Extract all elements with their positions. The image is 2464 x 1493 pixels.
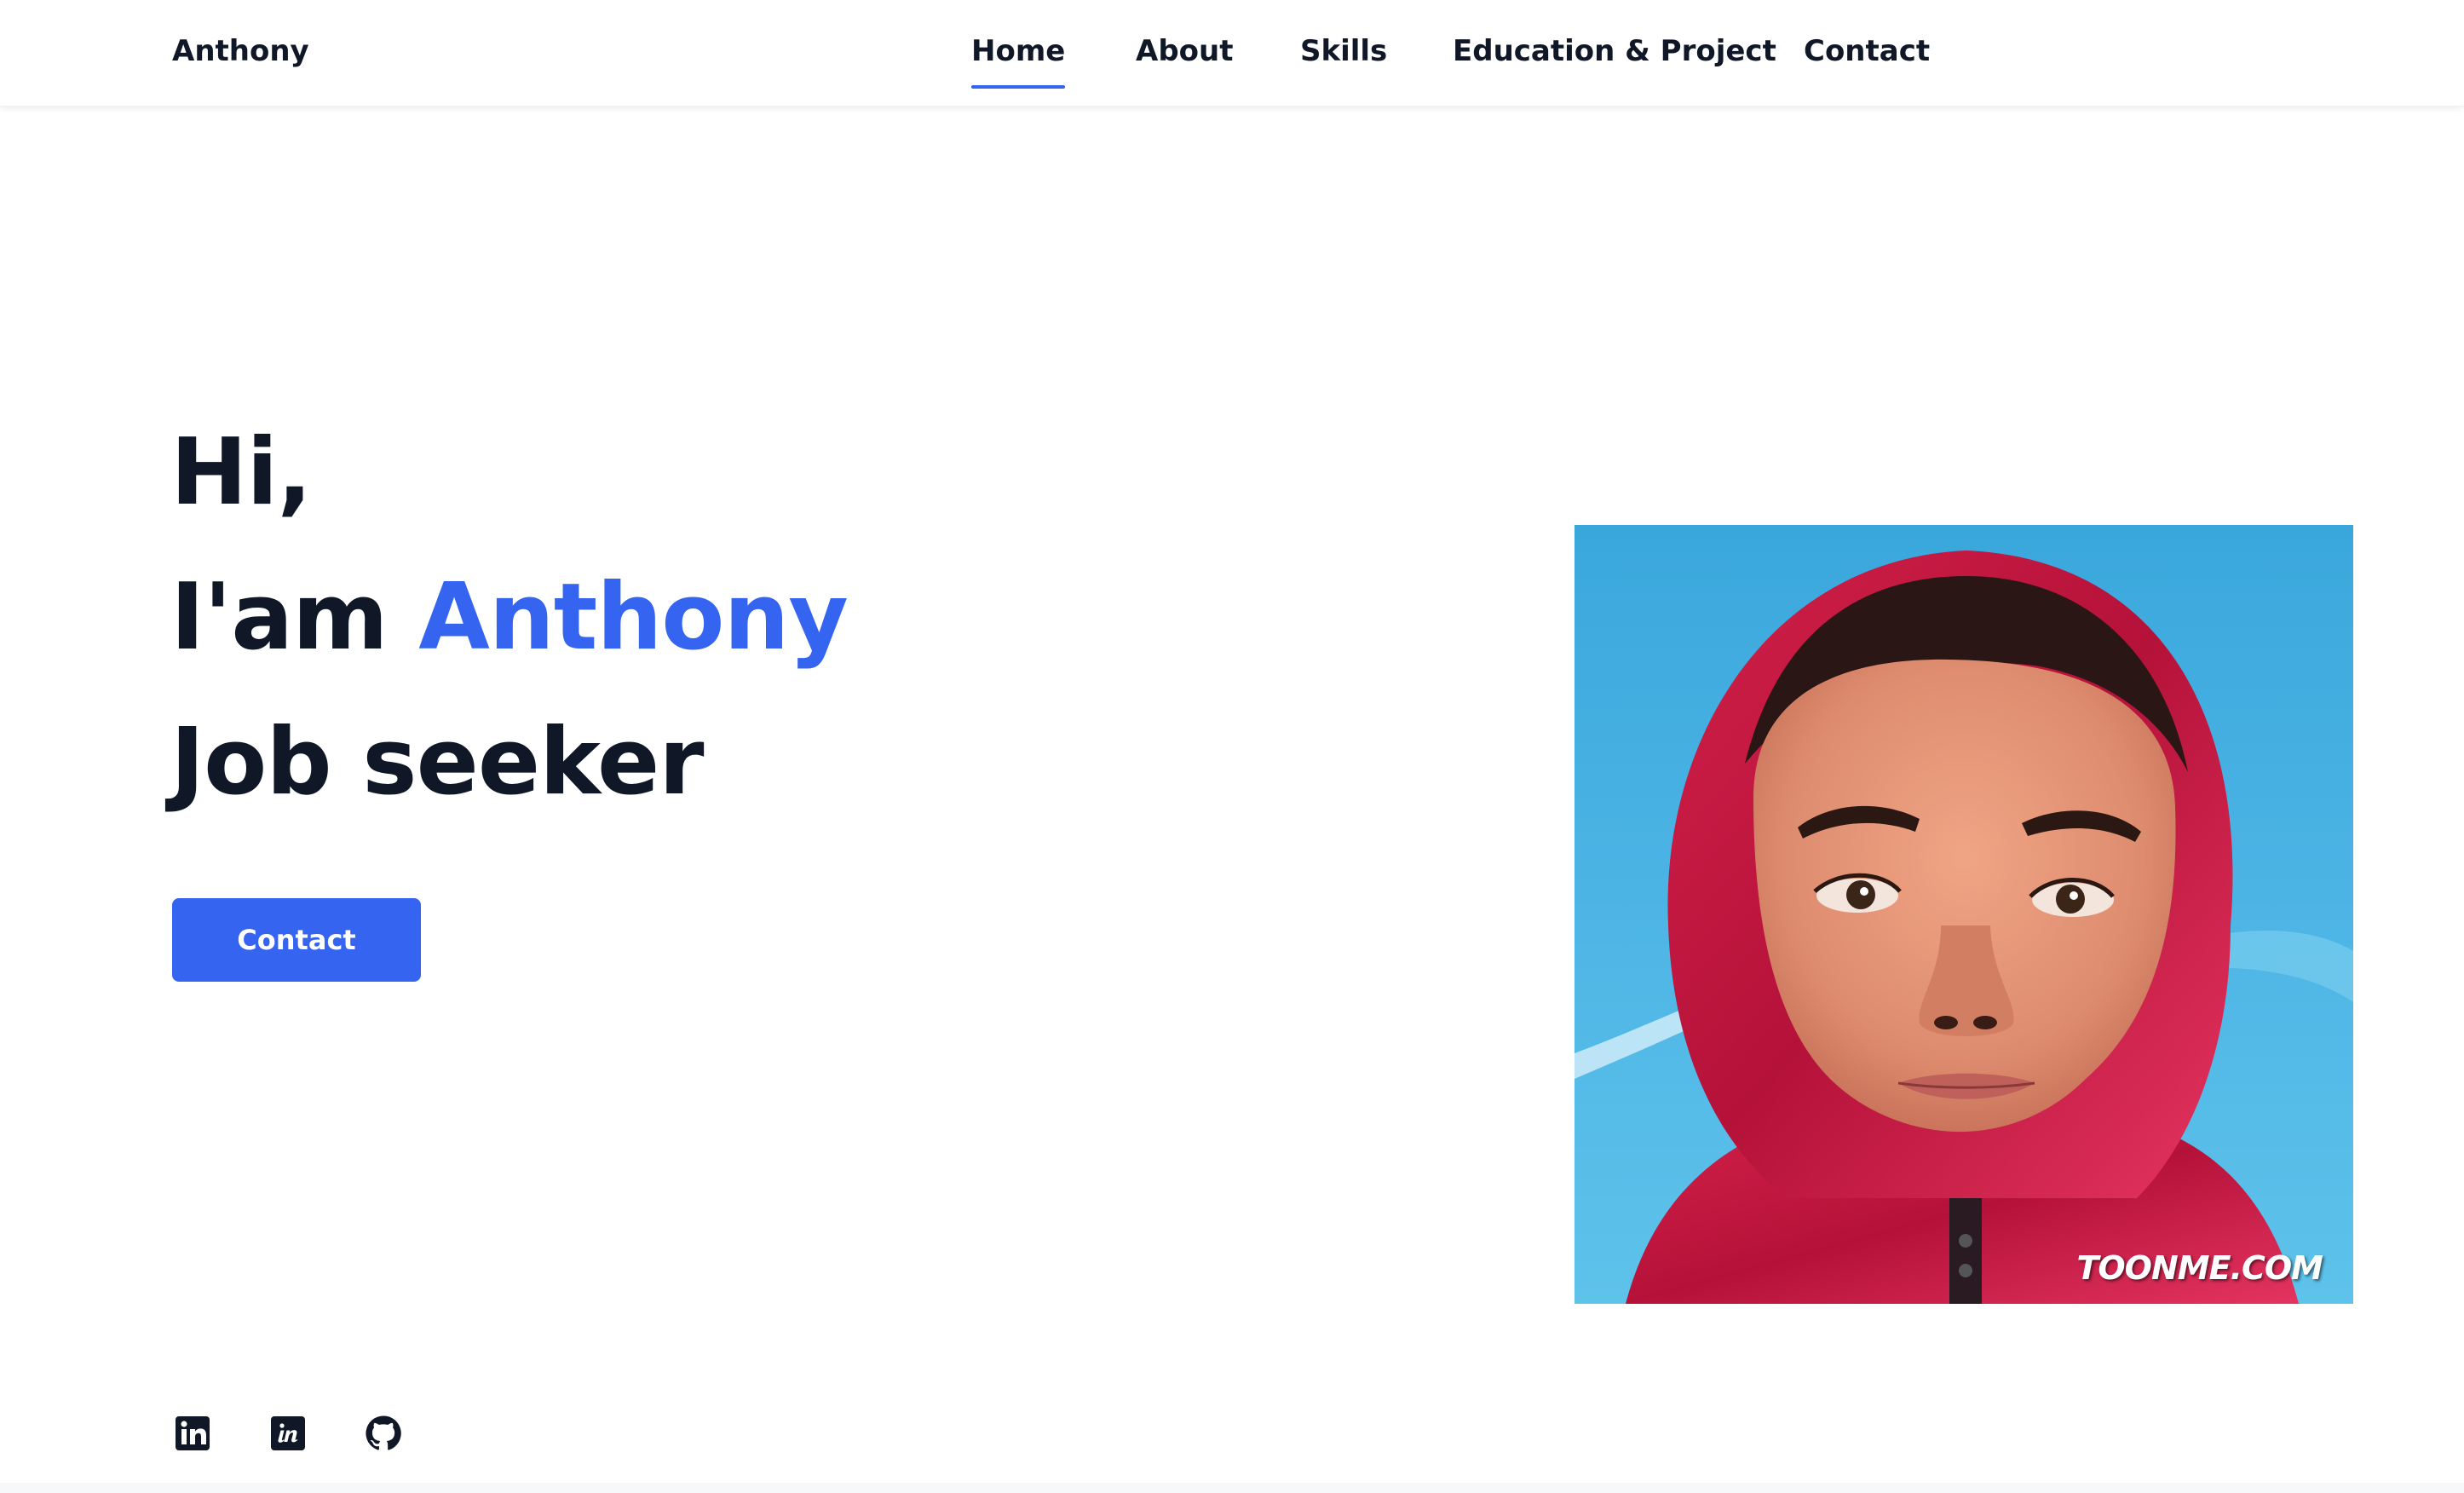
hero-heading: Hi, I'am Anthony Job seeker <box>170 401 849 835</box>
page-bottom-strip <box>0 1483 2464 1493</box>
invision-icon[interactable] <box>269 1415 307 1452</box>
main-nav: Home About Skills Education & Project Co… <box>0 31 2464 89</box>
hero-greeting: Hi, <box>170 419 312 526</box>
hero-name: Anthony <box>418 564 848 671</box>
profile-portrait: TOONME.COM <box>1575 525 2353 1304</box>
nav-item-home[interactable]: Home <box>971 31 1066 89</box>
nav-item-contact[interactable]: Contact <box>1804 31 1930 72</box>
nav-item-skills[interactable]: Skills <box>1300 31 1387 72</box>
hero-role: Job seeker <box>170 709 705 816</box>
linkedin-icon[interactable] <box>174 1415 211 1452</box>
github-icon[interactable] <box>365 1415 402 1452</box>
hero-intro-line: I'am Anthony <box>170 545 849 690</box>
hero-intro-prefix: I'am <box>170 564 419 671</box>
site-header: Anthony Home About Skills Education & Pr… <box>0 0 2464 107</box>
portrait-watermark: TOONME.COM <box>2076 1249 2323 1287</box>
nav-item-about[interactable]: About <box>1136 31 1233 72</box>
portrait-illustration <box>1575 551 2353 1304</box>
contact-button[interactable]: Contact <box>172 898 421 982</box>
nav-item-education-project[interactable]: Education & Project <box>1453 31 1776 72</box>
